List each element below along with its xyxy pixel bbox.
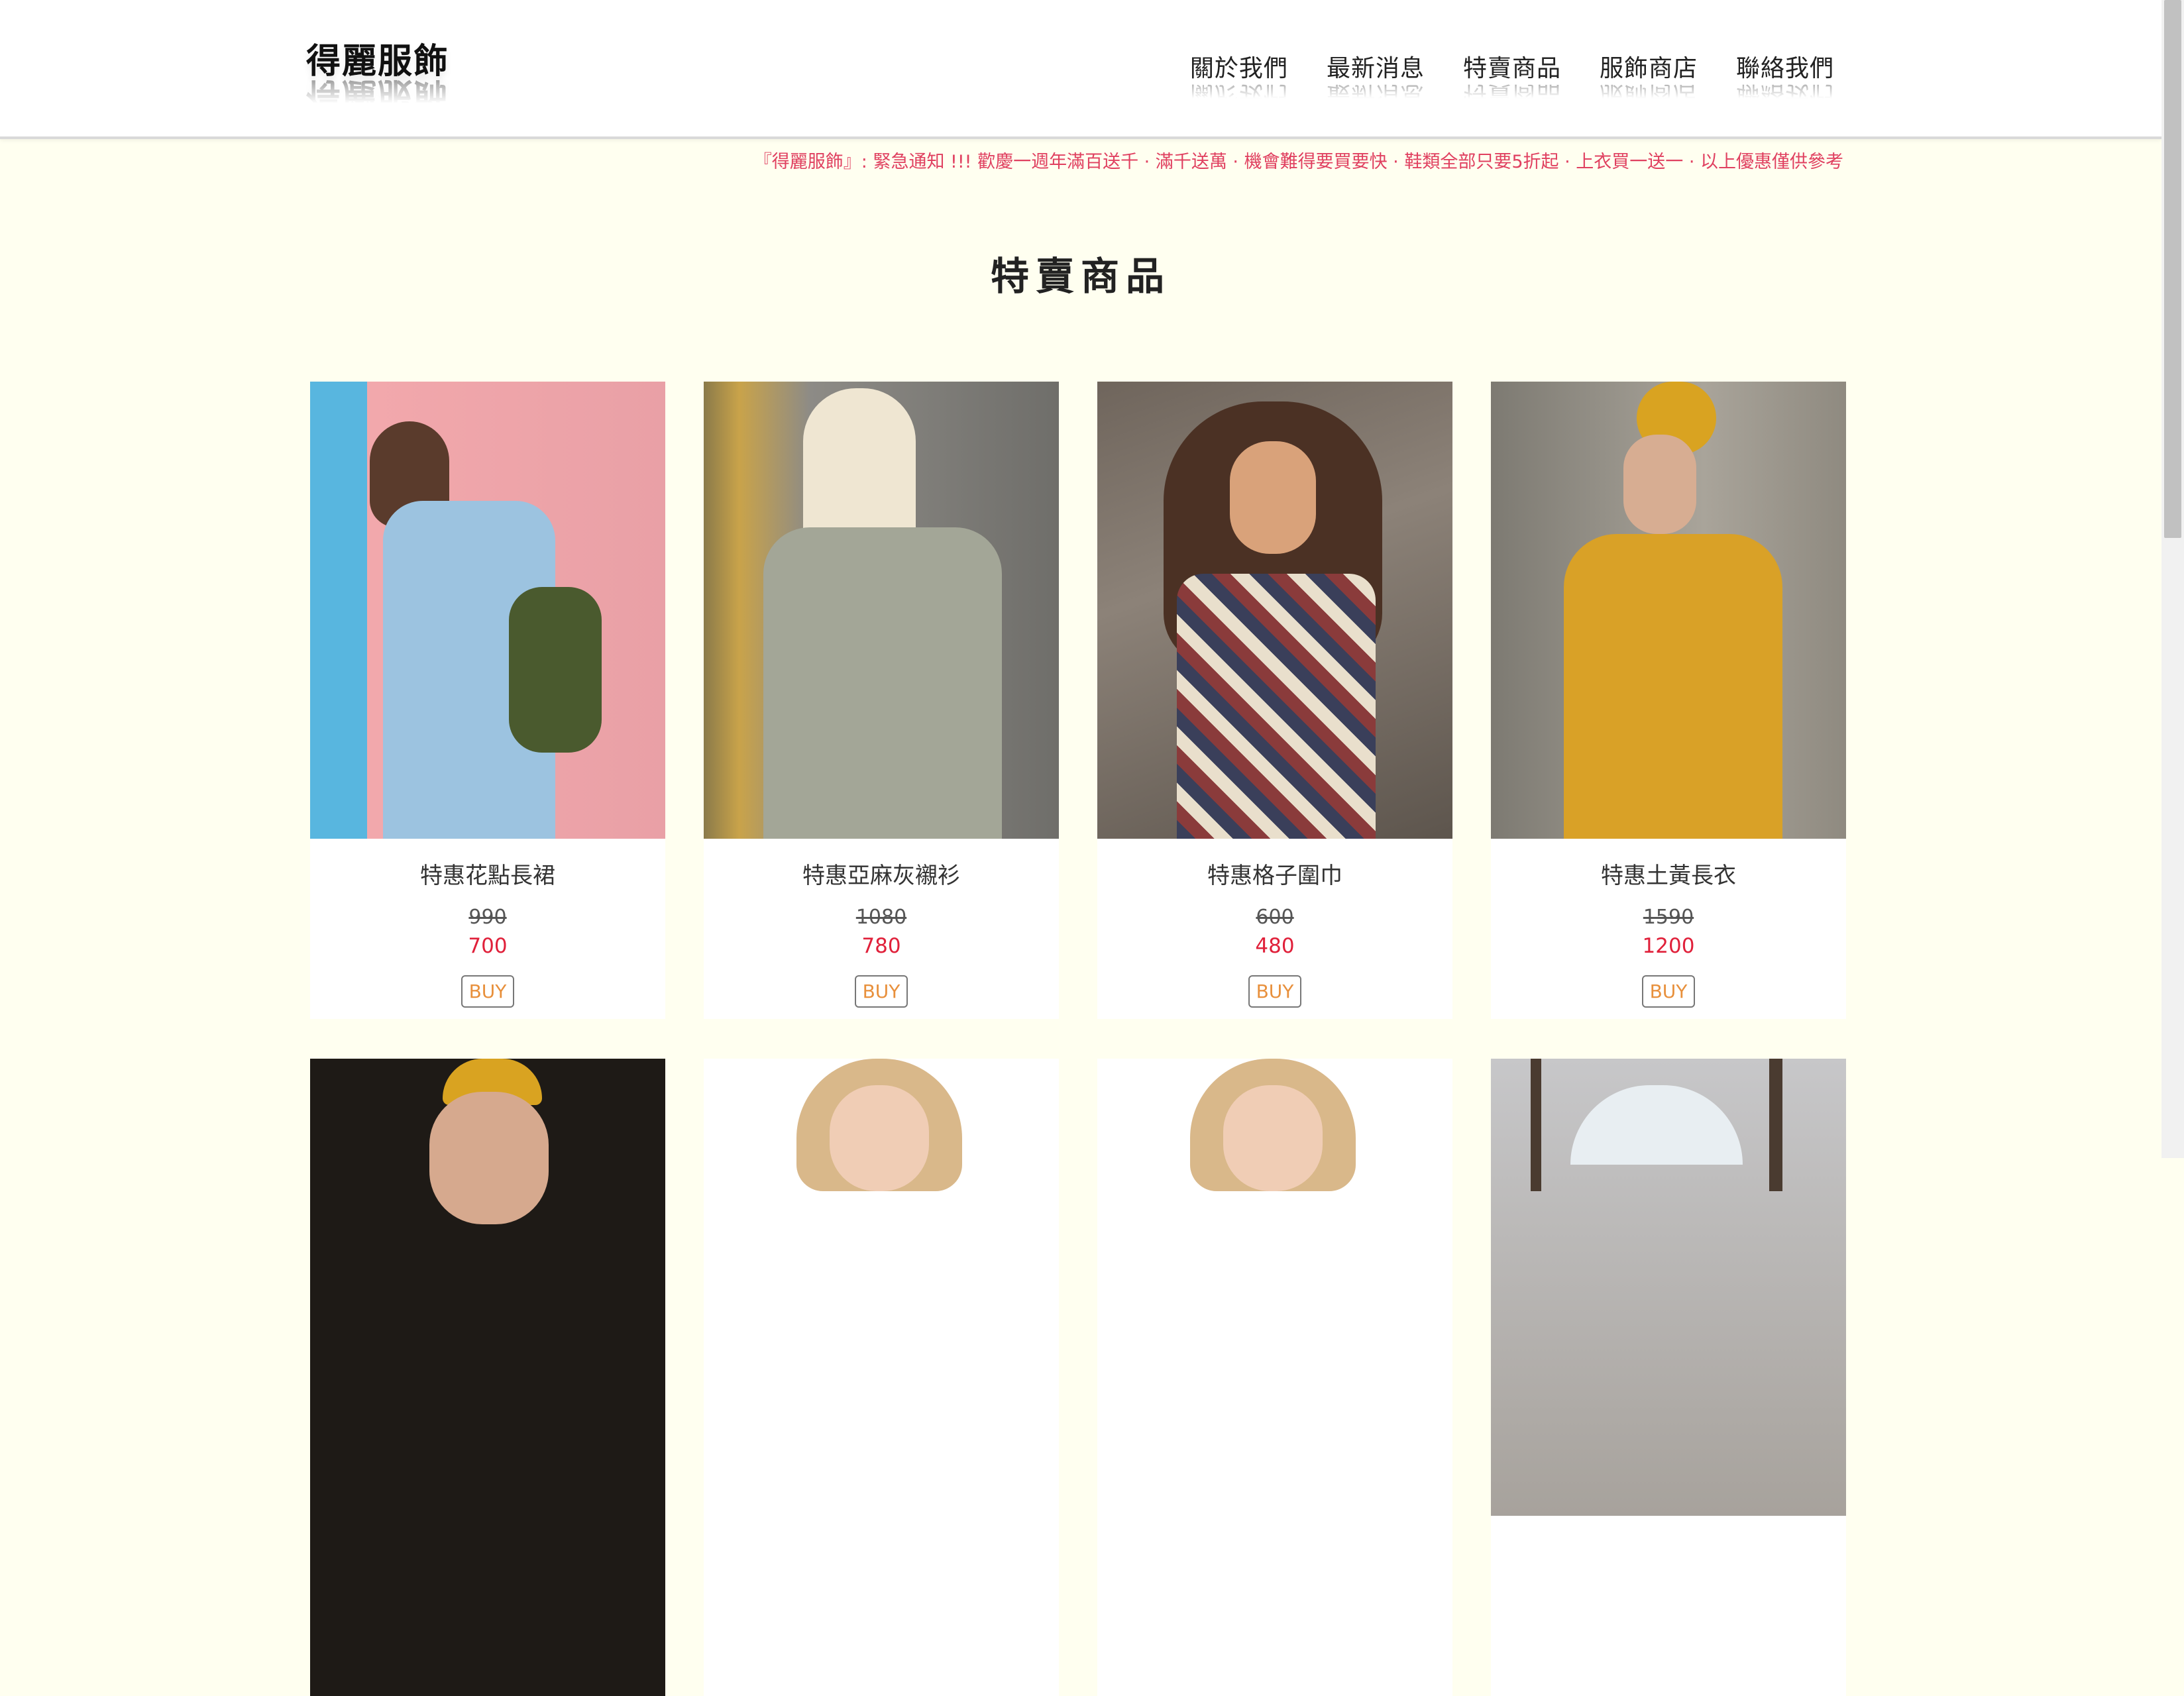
buy-button[interactable]: BUY [854, 975, 908, 1008]
product-photo[interactable] [310, 382, 665, 839]
main-nav: 關於我們 最新消息 特賣商品 服飾商店 聯絡我們 [1190, 49, 1834, 83]
product-card: 特惠土黃長衣 1590 1200 BUY [1491, 382, 1846, 1019]
product-photo[interactable] [1097, 1059, 1452, 1516]
sale-price: 480 [1255, 934, 1295, 958]
original-price: 600 [1256, 906, 1294, 929]
model-shirt [763, 527, 1002, 839]
buy-button[interactable]: BUY [461, 975, 515, 1008]
model-face [1230, 441, 1316, 554]
original-price: 1080 [855, 906, 907, 929]
nav-about[interactable]: 關於我們 [1190, 49, 1288, 83]
nav-shop[interactable]: 服飾商店 [1600, 49, 1698, 83]
product-photo[interactable] [1491, 382, 1846, 839]
model-backpack [509, 587, 602, 753]
product-photo[interactable] [1491, 1059, 1846, 1516]
product-card [310, 1059, 665, 1696]
product-name: 特惠土黃長衣 [1601, 863, 1736, 889]
page-scrollbar[interactable] [2161, 0, 2184, 1158]
model-face [830, 1085, 929, 1191]
model-face [1223, 1085, 1323, 1191]
product-name: 特惠格子圍巾 [1207, 863, 1342, 889]
model-scarf [1177, 574, 1376, 839]
original-price: 1590 [1643, 906, 1694, 929]
scrollbar-thumb[interactable] [2164, 0, 2181, 538]
product-card: 特惠格子圍巾 600 480 BUY [1097, 382, 1452, 1019]
original-price: 990 [468, 906, 507, 929]
model-dress [1564, 534, 1782, 839]
product-card: 特惠花點長裙 990 700 BUY [310, 382, 665, 1019]
product-card [704, 1059, 1059, 1696]
nav-news[interactable]: 最新消息 [1327, 49, 1425, 83]
product-name: 特惠亞麻灰襯衫 [802, 863, 960, 889]
announcement-marquee: 『得麗服飾』: 緊急通知 !!! 歡慶一週年滿百送千 · 滿千送萬 · 機會難得… [753, 152, 1843, 172]
tree-trunk [1769, 1059, 1782, 1191]
site-logo[interactable]: 得麗服飾 [306, 33, 449, 83]
sale-price: 1200 [1642, 934, 1695, 958]
nav-contact[interactable]: 聯絡我們 [1736, 49, 1834, 83]
section-title: 特賣商品 [990, 254, 1171, 299]
umbrella [1570, 1085, 1743, 1165]
buy-button[interactable]: BUY [1641, 975, 1696, 1008]
product-photo[interactable] [704, 382, 1059, 839]
product-photo[interactable] [310, 1059, 665, 1516]
sale-price: 780 [861, 934, 901, 958]
product-name: 特惠花點長裙 [420, 863, 555, 889]
product-card [1491, 1059, 1846, 1696]
product-photo[interactable] [704, 1059, 1059, 1516]
tree-trunk [1531, 1059, 1541, 1191]
product-photo[interactable] [1097, 382, 1452, 839]
nav-sale[interactable]: 特賣商品 [1463, 49, 1561, 83]
sale-price: 700 [468, 934, 508, 958]
product-grid: 特惠花點長裙 990 700 BUY 特惠亞麻灰襯衫 1080 780 BUY … [310, 382, 1847, 1696]
model-face [1623, 435, 1696, 534]
model-face [429, 1092, 549, 1224]
buy-button[interactable]: BUY [1248, 975, 1302, 1008]
product-card [1097, 1059, 1452, 1696]
product-card: 特惠亞麻灰襯衫 1080 780 BUY [704, 382, 1059, 1019]
site-header: 得麗服飾 關於我們 最新消息 特賣商品 服飾商店 聯絡我們 [0, 0, 2161, 139]
